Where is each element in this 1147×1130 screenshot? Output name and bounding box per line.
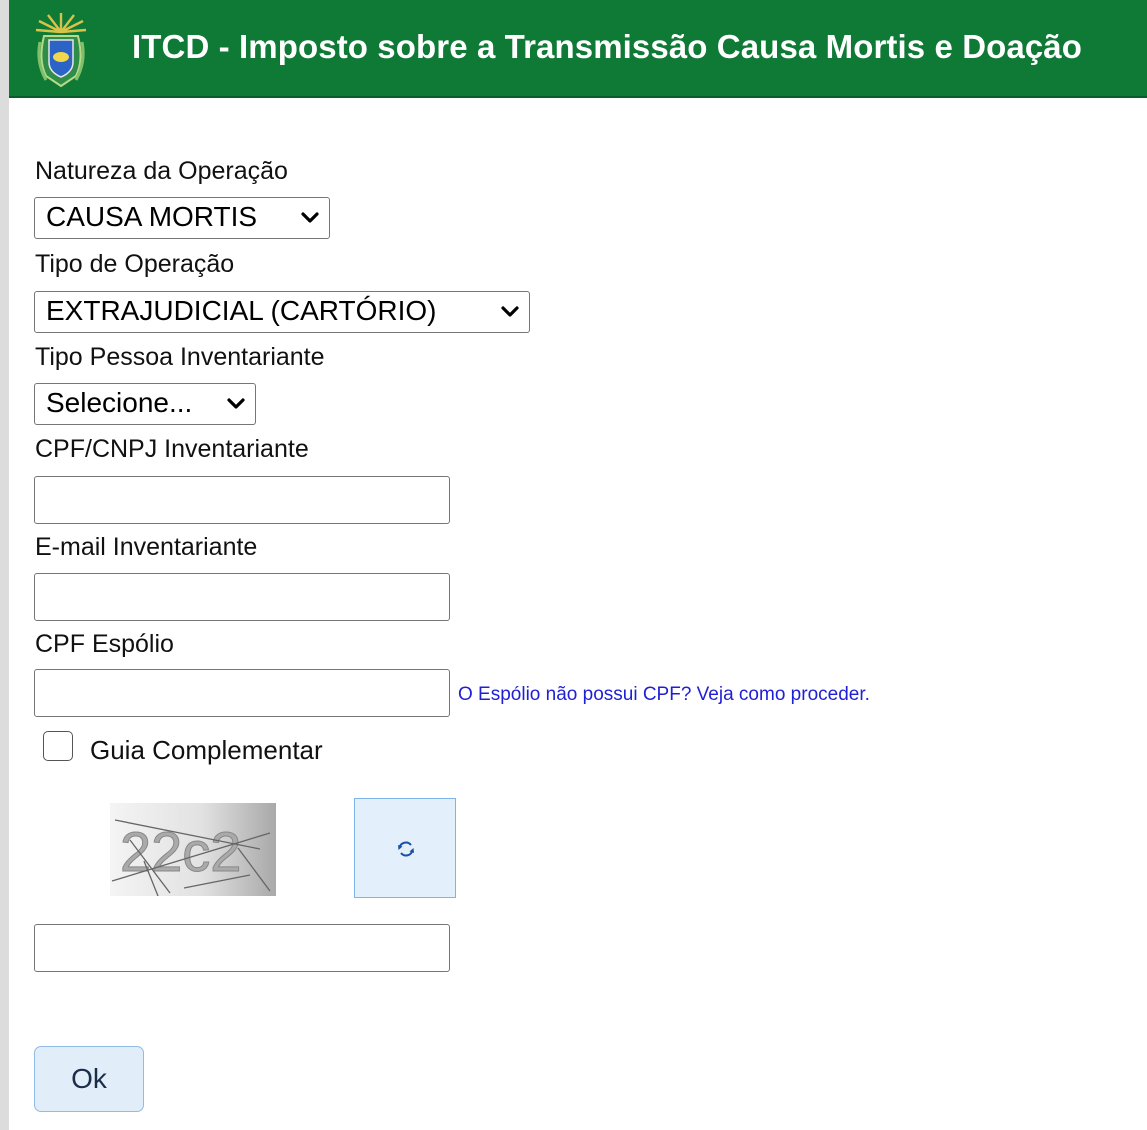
natureza-label: Natureza da Operação	[35, 157, 288, 185]
tipo-pessoa-select[interactable]: Selecione...	[34, 383, 256, 425]
chevron-down-icon	[227, 398, 245, 409]
captcha-input[interactable]	[34, 924, 450, 972]
tipo-operacao-select-value: EXTRAJUDICIAL (CARTÓRIO)	[46, 295, 437, 326]
cpf-espolio-label: CPF Espólio	[35, 630, 174, 658]
guia-complementar-label: Guia Complementar	[90, 735, 323, 765]
guia-complementar-checkbox[interactable]	[43, 731, 73, 761]
cpf-cnpj-input[interactable]	[34, 476, 450, 524]
cpf-espolio-input[interactable]	[34, 669, 450, 717]
ok-button[interactable]: Ok	[34, 1046, 144, 1112]
captcha-image: 22c2	[110, 803, 276, 896]
tipo-pessoa-label: Tipo Pessoa Inventariante	[35, 343, 325, 371]
natureza-select-value: CAUSA MORTIS	[46, 201, 258, 232]
tipo-operacao-select[interactable]: EXTRAJUDICIAL (CARTÓRIO)	[34, 291, 530, 333]
refresh-icon	[398, 841, 414, 857]
tipo-operacao-label: Tipo de Operação	[35, 250, 235, 278]
state-coat-of-arms-icon	[35, 13, 87, 88]
chevron-down-icon	[301, 212, 319, 223]
captcha-refresh-button[interactable]	[354, 798, 456, 898]
cpf-cnpj-label: CPF/CNPJ Inventariante	[35, 435, 309, 463]
page-header: ITCD - Imposto sobre a Transmissão Causa…	[9, 0, 1147, 98]
espolio-help-link[interactable]: O Espólio não possui CPF? Veja como proc…	[458, 684, 870, 706]
chevron-down-icon	[501, 306, 519, 317]
email-label: E-mail Inventariante	[35, 533, 258, 561]
tipo-pessoa-select-value: Selecione...	[46, 387, 193, 418]
natureza-select[interactable]: CAUSA MORTIS	[34, 197, 330, 239]
page-title: ITCD - Imposto sobre a Transmissão Causa…	[132, 28, 1083, 65]
email-input[interactable]	[34, 573, 450, 621]
